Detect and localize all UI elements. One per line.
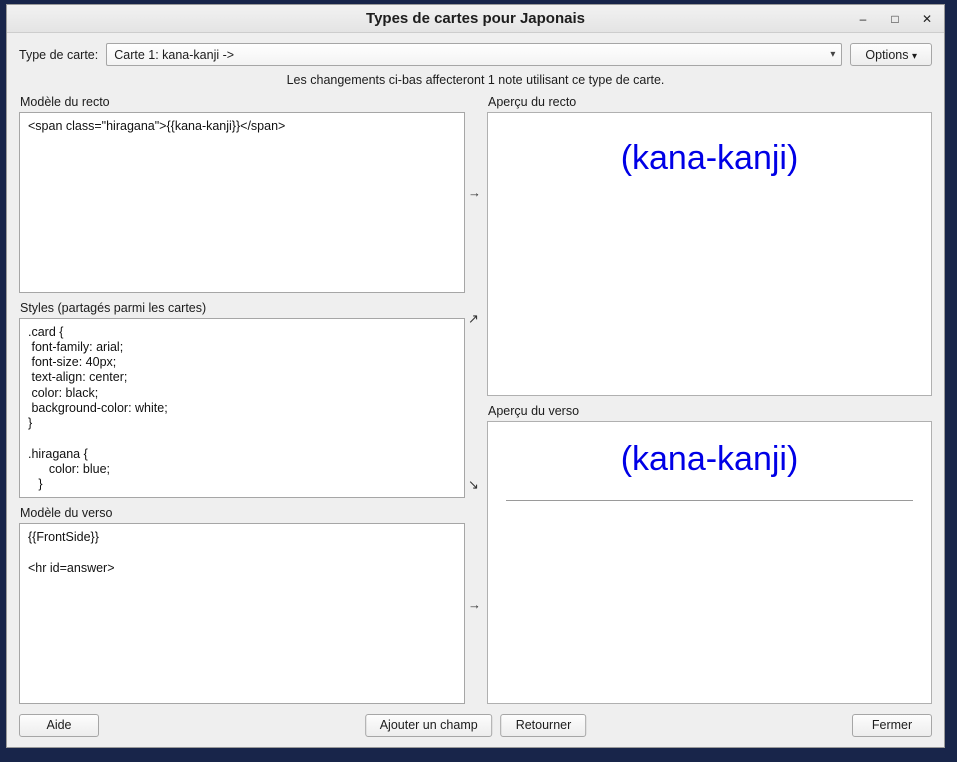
card-type-select[interactable]: Carte 1: kana-kanji -> ▾: [106, 43, 842, 66]
button-bar: Aide Ajouter un champ Retourner Fermer: [19, 713, 932, 737]
card-type-row: Type de carte: Carte 1: kana-kanji -> ▾ …: [19, 43, 932, 66]
dialog-content: Type de carte: Carte 1: kana-kanji -> ▾ …: [7, 33, 944, 747]
card-type-value: Carte 1: kana-kanji ->: [114, 48, 828, 62]
close-icon[interactable]: ✕: [918, 10, 936, 28]
help-button[interactable]: Aide: [19, 714, 99, 737]
front-template-label: Modèle du recto: [20, 95, 465, 109]
minimize-icon[interactable]: –: [854, 10, 872, 28]
answer-divider: [506, 500, 913, 501]
styles-label: Styles (partagés parmi les cartes): [20, 301, 465, 315]
flow-arrows: → ↗ ↘ →: [465, 93, 487, 704]
window-controls: – □ ✕: [854, 5, 936, 32]
editor-area: Modèle du recto <span class="hiragana">{…: [19, 93, 932, 704]
card-type-label: Type de carte:: [19, 48, 98, 62]
maximize-icon[interactable]: □: [886, 10, 904, 28]
back-template-label: Modèle du verso: [20, 506, 465, 520]
window-title: Types de cartes pour Japonais: [7, 10, 944, 27]
chevron-down-icon: ▾: [828, 49, 837, 60]
arrow-right-icon: →: [468, 185, 481, 200]
titlebar[interactable]: Types de cartes pour Japonais – □ ✕: [7, 5, 944, 33]
styles-input[interactable]: .card { font-family: arial; font-size: 4…: [19, 318, 465, 499]
options-button[interactable]: Options ▾: [850, 43, 932, 66]
card-types-dialog: Types de cartes pour Japonais – □ ✕ Type…: [6, 4, 945, 748]
front-preview-label: Aperçu du recto: [488, 95, 932, 109]
arrow-up-right-icon: ↗: [468, 311, 479, 327]
front-preview-text: (kana-kanji): [488, 137, 931, 180]
front-preview-panel: (kana-kanji): [487, 112, 932, 396]
arrow-down-right-icon: ↘: [468, 477, 479, 493]
back-preview-panel: (kana-kanji): [487, 421, 932, 705]
options-chevron-icon: ▾: [912, 51, 917, 62]
back-template-input[interactable]: {{FrontSide}} <hr id=answer>: [19, 523, 465, 704]
front-template-input[interactable]: <span class="hiragana">{{kana-kanji}}</s…: [19, 112, 465, 293]
add-field-button[interactable]: Ajouter un champ: [365, 714, 493, 737]
templates-column: Modèle du recto <span class="hiragana">{…: [19, 93, 465, 704]
window-frame: Types de cartes pour Japonais – □ ✕ Type…: [0, 0, 957, 762]
back-preview-label: Aperçu du verso: [488, 404, 932, 418]
center-buttons: Ajouter un champ Retourner: [365, 714, 587, 737]
close-dialog-button[interactable]: Fermer: [852, 714, 932, 737]
previews-column: Aperçu du recto (kana-kanji) Aperçu du v…: [487, 93, 932, 704]
options-label: Options: [865, 48, 908, 62]
flip-button[interactable]: Retourner: [501, 714, 587, 737]
back-preview-text: (kana-kanji): [488, 438, 931, 481]
arrow-right-icon: →: [468, 597, 481, 612]
info-text: Les changements ci-bas affecteront 1 not…: [19, 73, 932, 87]
